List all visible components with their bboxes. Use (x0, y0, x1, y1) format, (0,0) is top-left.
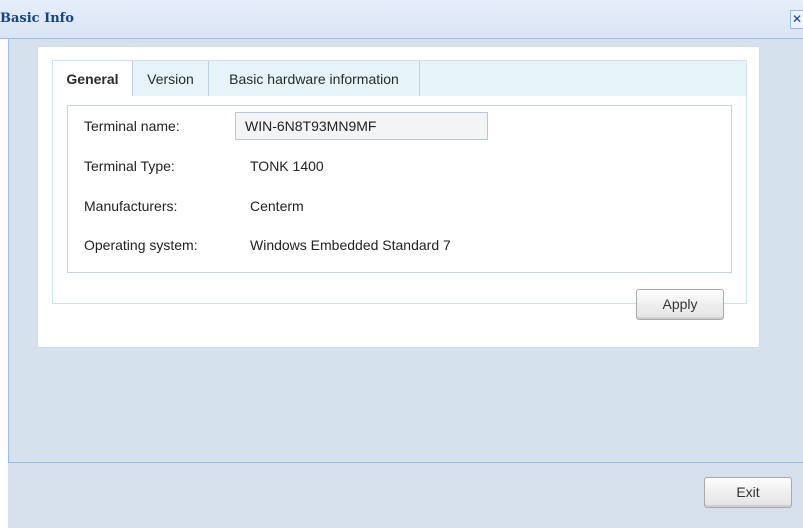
tab-basic-hardware-information[interactable]: Basic hardware information (209, 61, 420, 97)
close-button[interactable]: ✕ (790, 10, 803, 29)
basic-info-window: Basic Info ✕ General Version Basic hardw… (0, 0, 803, 528)
terminal-type-label: Terminal Type: (84, 158, 175, 174)
exit-button[interactable]: Exit (704, 477, 792, 508)
tab-general[interactable]: General (53, 61, 133, 98)
operating-system-value: Windows Embedded Standard 7 (250, 237, 451, 253)
main-panel: General Version Basic hardware informati… (37, 46, 760, 348)
tab-version[interactable]: Version (133, 61, 209, 97)
apply-button[interactable]: Apply (636, 289, 724, 320)
operating-system-label: Operating system: (84, 237, 198, 253)
window-title: Basic Info (0, 11, 74, 26)
tab-label: Basic hardware information (229, 71, 399, 87)
terminal-name-label: Terminal name: (84, 118, 180, 134)
terminal-type-value: TONK 1400 (250, 158, 324, 174)
general-tab-content: Terminal name: Terminal Type: TONK 1400 … (52, 96, 747, 320)
tab-strip: General Version Basic hardware informati… (52, 60, 747, 98)
manufacturers-value: Centerm (250, 198, 304, 214)
tab-label: Version (147, 71, 194, 87)
terminal-name-input[interactable] (235, 112, 488, 140)
title-bar: Basic Info ✕ (0, 0, 803, 39)
manufacturers-label: Manufacturers: (84, 198, 178, 214)
close-icon: ✕ (791, 12, 803, 26)
dialog-footer: Exit (8, 463, 803, 528)
dialog-body: General Version Basic hardware informati… (8, 39, 803, 463)
tab-label: General (66, 71, 119, 87)
terminal-info-box: Terminal name: Terminal Type: TONK 1400 … (67, 105, 732, 273)
